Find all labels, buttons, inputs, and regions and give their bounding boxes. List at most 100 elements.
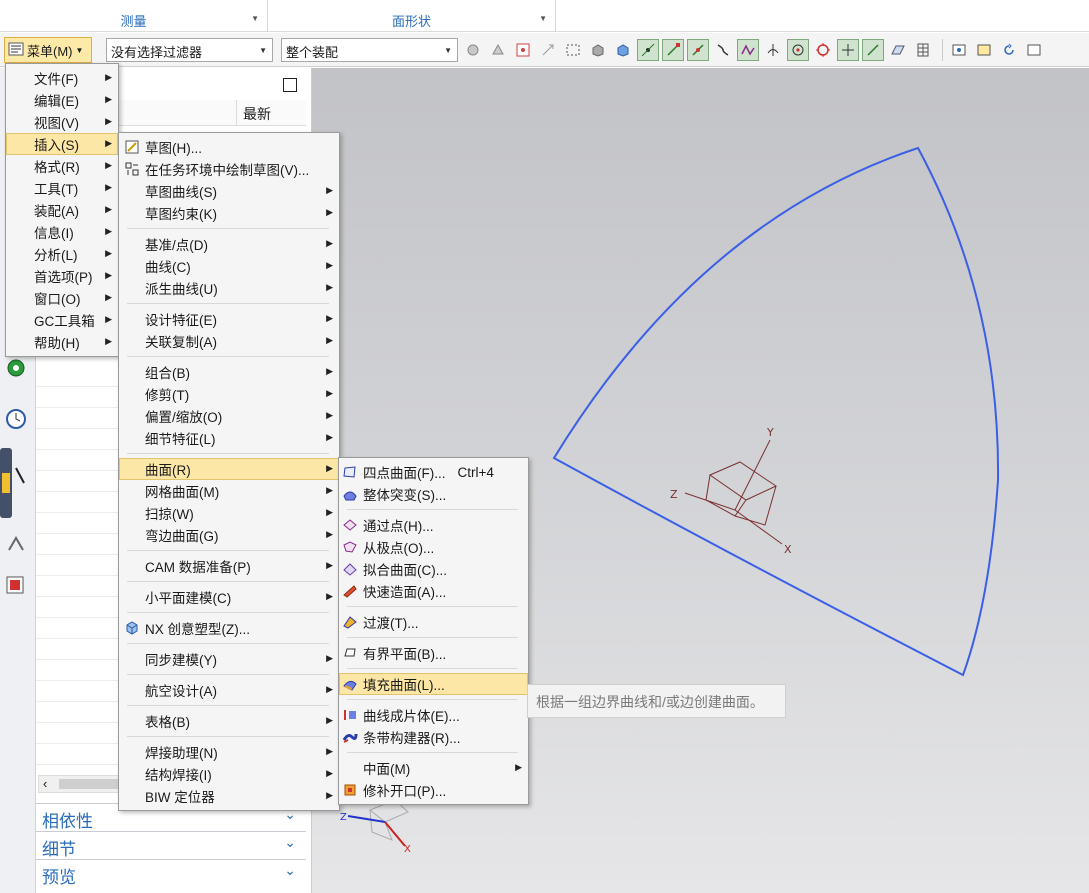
snap-bounded-grid-icon[interactable]	[912, 39, 934, 61]
menu-item-trim[interactable]: 修剪(T) ▶	[119, 383, 339, 405]
menu-separator	[347, 752, 518, 753]
menu-item-label: 视图(V)	[34, 116, 79, 131]
menu-item-curve[interactable]: 曲线(C) ▶	[119, 255, 339, 277]
feature-select-icon[interactable]	[512, 39, 534, 61]
menu-item-label: 通过点(H)...	[363, 519, 434, 534]
menu-item-sketch[interactable]: 草图(H)...	[119, 136, 339, 158]
palette-icon[interactable]	[5, 574, 27, 599]
web-browser-icon[interactable]	[6, 358, 26, 381]
column-header-latest[interactable]: 最新	[236, 100, 306, 126]
menu-item-gc-toolkit[interactable]: GC工具箱 ▶	[6, 309, 118, 331]
ribbon-group-face-shape[interactable]: 面形状 ▼	[268, 0, 556, 32]
menu-item-surface[interactable]: 曲面(R) ▶	[119, 458, 339, 480]
menu-item-global-shaping[interactable]: 整体突变(S)...	[339, 483, 528, 505]
menu-item-insert[interactable]: 插入(S) ▶	[6, 133, 118, 155]
panel-preview[interactable]: 预览 ⌄	[36, 859, 306, 887]
menu-item-help[interactable]: 帮助(H) ▶	[6, 331, 118, 353]
menu-item-weld-assistant[interactable]: 焊接助理(N) ▶	[119, 741, 339, 763]
menu-item-edit[interactable]: 编辑(E) ▶	[6, 89, 118, 111]
history-icon[interactable]	[5, 408, 27, 433]
menu-item-from-poles[interactable]: 从极点(O)...	[339, 536, 528, 558]
menu-item-flange-surface[interactable]: 弯边曲面(G) ▶	[119, 524, 339, 546]
filter-body-icon[interactable]	[487, 39, 509, 61]
menu-item-view[interactable]: 视图(V) ▶	[6, 111, 118, 133]
menu-item-transition[interactable]: 过渡(T)...	[339, 611, 528, 633]
maximize-icon[interactable]	[283, 78, 297, 92]
chevron-down-icon[interactable]: ▼	[251, 14, 259, 23]
snap-on-curve-icon[interactable]	[862, 39, 884, 61]
menu-item-ribbon-builder[interactable]: 条带构建器(R)...	[339, 726, 528, 748]
snap-on-face-icon[interactable]	[887, 39, 909, 61]
menu-item-sketch-in-task[interactable]: 在任务环境中绘制草图(V)...	[119, 158, 339, 180]
menu-item-curves-to-sheet[interactable]: 曲线成片体(E)...	[339, 704, 528, 726]
menu-item-patch-openings[interactable]: 修补开口(P)...	[339, 779, 528, 801]
menu-item-fit-surface[interactable]: 拟合曲面(C)...	[339, 558, 528, 580]
fit-view-icon[interactable]	[948, 39, 970, 61]
zoom-icon[interactable]	[973, 39, 995, 61]
menu-item-tools[interactable]: 工具(T) ▶	[6, 177, 118, 199]
filter-face-icon[interactable]	[462, 39, 484, 61]
select-box-icon[interactable]	[562, 39, 584, 61]
menu-item-fill-surface[interactable]: 填充曲面(L)...	[339, 673, 528, 695]
menu-item-four-point-surface[interactable]: 四点曲面(F)... Ctrl+4	[339, 461, 528, 483]
menu-item-assembly[interactable]: 装配(A) ▶	[6, 199, 118, 221]
selection-filter-combo[interactable]: 没有选择过滤器 ▼	[106, 38, 273, 62]
menu-item-sketch-constraint[interactable]: 草图约束(K) ▶	[119, 202, 339, 224]
menu-item-associative-copy[interactable]: 关联复制(A) ▶	[119, 330, 339, 352]
snap-move-icon[interactable]	[537, 39, 559, 61]
snap-endpoint-icon[interactable]	[662, 39, 684, 61]
snap-midpoint-icon[interactable]	[687, 39, 709, 61]
system-materials-icon[interactable]	[6, 534, 26, 557]
snap-quadrant-icon[interactable]	[812, 39, 834, 61]
menu-item-cam-data-prep[interactable]: CAM 数据准备(P) ▶	[119, 555, 339, 577]
menu-item-window[interactable]: 窗口(O) ▶	[6, 287, 118, 309]
snap-intersection-icon[interactable]	[762, 39, 784, 61]
menu-item-datum-point[interactable]: 基准/点(D) ▶	[119, 233, 339, 255]
menu-item-analysis[interactable]: 分析(L) ▶	[6, 243, 118, 265]
menu-item-detail-feature[interactable]: 细节特征(L) ▶	[119, 427, 339, 449]
rotate-icon[interactable]	[998, 39, 1020, 61]
menu-button[interactable]: 菜单(M) ▼	[4, 37, 92, 63]
view-shaded-icon[interactable]	[587, 39, 609, 61]
snap-control-point-icon[interactable]	[737, 39, 759, 61]
menu-item-table[interactable]: 表格(B) ▶	[119, 710, 339, 732]
view-cube-icon[interactable]	[612, 39, 634, 61]
menu-item-aerospace-design[interactable]: 航空设计(A) ▶	[119, 679, 339, 701]
scroll-left-icon[interactable]: ‹	[43, 776, 47, 791]
menu-item-information[interactable]: 信息(I) ▶	[6, 221, 118, 243]
menu-item-design-feature[interactable]: 设计特征(E) ▶	[119, 308, 339, 330]
menu-item-file[interactable]: 文件(F) ▶	[6, 67, 118, 89]
snap-curve-icon[interactable]	[712, 39, 734, 61]
snap-arc-center-icon[interactable]	[787, 39, 809, 61]
menu-item-bounded-plane[interactable]: 有界平面(B)...	[339, 642, 528, 664]
submenu-arrow-icon: ▶	[105, 292, 112, 302]
ribbon-group-measure[interactable]: 测量 ▼	[0, 0, 268, 32]
menu-item-synchronous-modeling[interactable]: 同步建模(Y) ▶	[119, 648, 339, 670]
menu-item-preferences[interactable]: 首选项(P) ▶	[6, 265, 118, 287]
role-icon[interactable]	[0, 448, 26, 521]
menu-item-sketch-curve[interactable]: 草图曲线(S) ▶	[119, 180, 339, 202]
menu-item-derived-curve[interactable]: 派生曲线(U) ▶	[119, 277, 339, 299]
panel-details[interactable]: 细节 ⌄	[36, 831, 306, 859]
menu-item-biw-locator[interactable]: BIW 定位器 ▶	[119, 785, 339, 807]
menu-item-offset-scale[interactable]: 偏置/缩放(O) ▶	[119, 405, 339, 427]
menu-item-rapid-surfacing[interactable]: 快速造面(A)...	[339, 580, 528, 602]
menu-item-through-points[interactable]: 通过点(H)...	[339, 514, 528, 536]
snap-point-icon[interactable]	[637, 39, 659, 61]
menu-item-facet-modeling[interactable]: 小平面建模(C) ▶	[119, 586, 339, 608]
menu-item-sweep[interactable]: 扫掠(W) ▶	[119, 502, 339, 524]
menu-item-label: 插入(S)	[34, 138, 79, 153]
submenu-arrow-icon: ▶	[326, 653, 333, 663]
assembly-scope-combo[interactable]: 整个装配 ▼	[281, 38, 458, 62]
ribbon-group-label: 测量	[120, 14, 147, 29]
pan-icon[interactable]	[1023, 39, 1045, 61]
menu-item-combine[interactable]: 组合(B) ▶	[119, 361, 339, 383]
menu-item-format[interactable]: 格式(R) ▶	[6, 155, 118, 177]
snap-existing-point-icon[interactable]	[837, 39, 859, 61]
menu-item-structure-welding[interactable]: 结构焊接(I) ▶	[119, 763, 339, 785]
menu-item-mesh-surface[interactable]: 网格曲面(M) ▶	[119, 480, 339, 502]
menu-item-label: 偏置/缩放(O)	[145, 410, 223, 425]
menu-item-midsurface[interactable]: 中面(M) ▶	[339, 757, 528, 779]
chevron-down-icon[interactable]: ▼	[539, 14, 547, 23]
menu-item-nx-realize-shape[interactable]: NX 创意塑型(Z)...	[119, 617, 339, 639]
